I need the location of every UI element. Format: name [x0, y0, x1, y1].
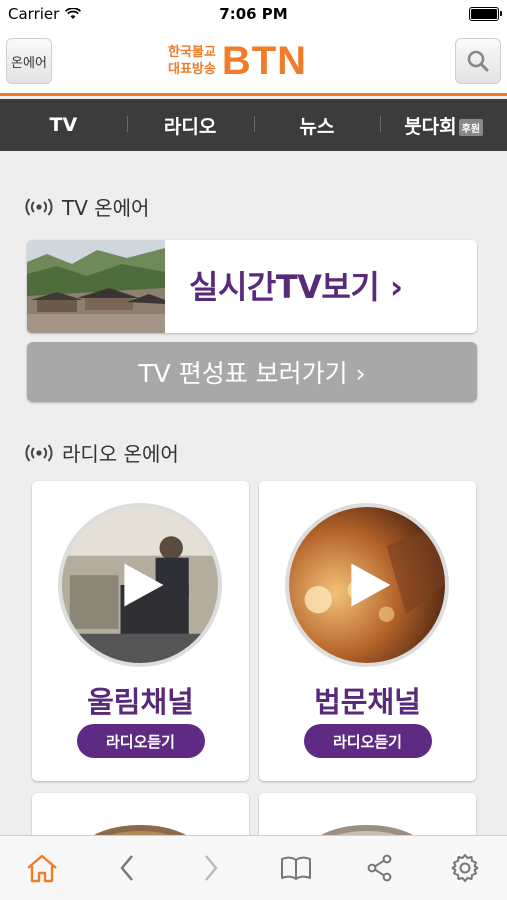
bookmarks-button[interactable] — [276, 848, 316, 888]
radio-card-dharma[interactable]: 법문채널 라디오듣기 — [259, 481, 476, 781]
forward-icon — [205, 855, 218, 881]
play-icon — [124, 563, 164, 607]
broadcast-icon — [25, 197, 53, 216]
search-button[interactable] — [455, 38, 501, 84]
battery-icon — [469, 7, 502, 21]
listen-radio-button[interactable]: 라디오듣기 — [76, 724, 205, 758]
play-icon — [351, 563, 391, 607]
forward-button[interactable] — [191, 848, 231, 888]
bottom-toolbar — [0, 835, 507, 900]
radio-card-ullim[interactable]: 울림채널 라디오듣기 — [32, 481, 249, 781]
logo-main: BTN — [221, 38, 308, 83]
sponsor-badge: 후원 — [458, 118, 484, 136]
settings-icon — [451, 854, 479, 882]
tv-schedule-button[interactable]: TV 편성표 보러가기 › — [27, 342, 477, 402]
live-tv-label: 실시간TV보기 › — [189, 268, 403, 306]
share-icon — [367, 854, 392, 882]
listen-radio-button[interactable]: 라디오듣기 — [303, 724, 432, 758]
channel-name: 울림채널 — [87, 685, 194, 719]
radio-section-title: 라디오 온에어 — [24, 438, 179, 467]
radio-thumbnail[interactable] — [285, 503, 449, 667]
back-button[interactable] — [107, 848, 147, 888]
broadcast-icon — [25, 443, 53, 462]
temple-thumbnail — [27, 240, 165, 333]
app-header: 온에어 한국불교 대표방송 BTN — [0, 28, 507, 96]
search-icon — [467, 50, 489, 72]
channel-name: 법문채널 — [314, 685, 421, 719]
home-icon — [27, 854, 58, 883]
tv-section-title: TV 온에어 — [24, 192, 149, 221]
tab-news[interactable]: 뉴스 — [253, 112, 381, 139]
status-bar: Carrier 7:06 PM — [0, 0, 507, 28]
radio-thumbnail[interactable] — [58, 503, 222, 667]
tab-buddha[interactable]: 붓다회 후원 — [380, 112, 507, 139]
back-icon — [120, 855, 133, 881]
settings-button[interactable] — [445, 848, 485, 888]
btn-logo[interactable]: 한국불교 대표방송 BTN — [168, 38, 307, 84]
tab-radio[interactable]: 라디오 — [126, 112, 254, 139]
main-nav: TV 라디오 뉴스 붓다회 후원 — [0, 99, 507, 151]
book-icon — [280, 856, 311, 880]
clock: 7:06 PM — [219, 5, 288, 23]
onair-button[interactable]: 온에어 — [6, 38, 52, 84]
share-button[interactable] — [360, 848, 400, 888]
logo-sub-line1: 한국불교 — [168, 45, 216, 60]
home-button[interactable] — [22, 848, 62, 888]
live-tv-card[interactable]: 실시간TV보기 › — [27, 240, 477, 333]
tab-tv[interactable]: TV — [0, 114, 127, 136]
logo-sub-line2: 대표방송 — [168, 62, 216, 77]
